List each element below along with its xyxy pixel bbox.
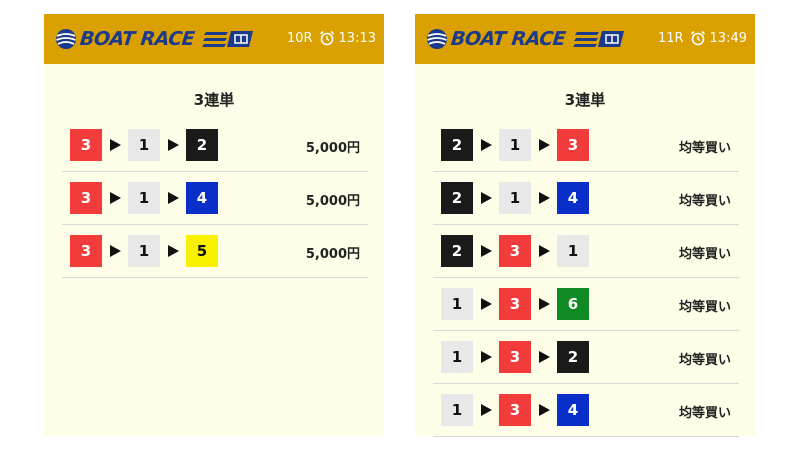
bet-list: 2 1 3 均等買い 2 1 4 均等買い 2 3 1 均等買い 1 3 6 均等買い 1 3 2 均等買い 1 3 4 均等… [415,119,755,437]
bet-card-right: BOAT RACE 11R 13:49 3連単 2 1 3 均等買い 2 1 4 均等買い 2 3… [415,14,755,437]
boat-number-third: 2 [557,341,589,373]
boat-number-first: 1 [441,394,473,426]
arrow-right-icon [168,139,179,151]
bet-row: 2 1 4 均等買い [433,172,739,225]
globe-logo-icon [427,29,447,49]
arrow-right-icon [481,404,492,416]
bet-amount: 均等買い [678,141,731,156]
bet-row: 1 3 4 均等買い [433,384,739,437]
ticket-type-label: 3連単 [193,91,235,109]
bet-card-left: BOAT RACE 10R 13:13 3連単 3 1 2 5,000円 3 1 4 5,00… [44,14,384,436]
bet-amount: 均等買い [678,406,731,421]
card-header: BOAT RACE 11R 13:49 [415,14,755,64]
bet-row: 2 1 3 均等買い [433,119,739,172]
boat-number-first: 3 [70,182,102,214]
boat-number-third: 3 [557,129,589,161]
arrow-right-icon [481,298,492,310]
boatrace-logo: BOAT RACE [426,26,625,52]
race-number: 10R [286,30,313,46]
boat-number-second: 3 [499,341,531,373]
boat-number-second: 1 [499,129,531,161]
race-info: 10R 13:13 [287,30,376,46]
globe-logo-icon [56,29,76,49]
bet-row: 3 1 5 5,000円 [62,225,368,278]
boat-number-first: 2 [441,129,473,161]
boat-number-third: 5 [186,235,218,267]
arrow-right-icon [110,245,121,257]
deadline-time: 13:49 [709,30,747,46]
bet-amount: 均等買い [678,353,731,368]
bet-amount: 均等買い [678,300,731,315]
bet-amount: 均等買い [678,194,731,209]
logo-text: BOAT RACE [449,28,567,50]
arrow-right-icon [110,192,121,204]
boatrace-logo: BOAT RACE [55,26,254,52]
boat-number-first: 1 [441,341,473,373]
boat-number-first: 3 [70,129,102,161]
arrow-right-icon [481,245,492,257]
boat-number-second: 1 [128,129,160,161]
bet-amount: 5,000円 [305,247,360,262]
boat-number-third: 4 [557,394,589,426]
boat-number-first: 2 [441,182,473,214]
bet-amount: 5,000円 [305,141,360,156]
bet-row: 2 3 1 均等買い [433,225,739,278]
logo-mark-icon [573,31,625,47]
boat-number-first: 3 [70,235,102,267]
alarm-clock-icon [319,30,334,46]
boat-number-second: 3 [499,288,531,320]
bet-row: 3 1 2 5,000円 [62,119,368,172]
boat-number-third: 2 [186,129,218,161]
arrow-right-icon [539,351,550,363]
boat-number-second: 3 [499,394,531,426]
arrow-right-icon [539,404,550,416]
bet-list: 3 1 2 5,000円 3 1 4 5,000円 3 1 5 5,000円 [44,119,384,278]
boat-number-second: 1 [499,182,531,214]
boat-number-third: 1 [557,235,589,267]
bet-row: 1 3 6 均等買い [433,278,739,331]
boat-number-second: 1 [128,235,160,267]
boat-number-third: 4 [186,182,218,214]
arrow-right-icon [481,192,492,204]
arrow-right-icon [539,298,550,310]
logo-mark-icon [202,31,254,47]
bet-amount: 均等買い [678,247,731,262]
arrow-right-icon [539,192,550,204]
arrow-right-icon [481,139,492,151]
boat-number-third: 4 [557,182,589,214]
bet-amount: 5,000円 [305,194,360,209]
boat-number-second: 3 [499,235,531,267]
boat-number-second: 1 [128,182,160,214]
arrow-right-icon [539,139,550,151]
boat-number-first: 1 [441,288,473,320]
logo-text: BOAT RACE [78,28,196,50]
alarm-clock-icon [690,30,705,46]
boat-number-first: 2 [441,235,473,267]
bet-row: 3 1 4 5,000円 [62,172,368,225]
race-number: 11R [657,30,684,46]
boat-number-third: 6 [557,288,589,320]
arrow-right-icon [481,351,492,363]
arrow-right-icon [110,139,121,151]
arrow-right-icon [539,245,550,257]
race-info: 11R 13:49 [658,30,747,46]
bet-row: 1 3 2 均等買い [433,331,739,384]
card-header: BOAT RACE 10R 13:13 [44,14,384,64]
arrow-right-icon [168,245,179,257]
arrow-right-icon [168,192,179,204]
ticket-type-label: 3連単 [564,91,606,109]
deadline-time: 13:13 [338,30,376,46]
